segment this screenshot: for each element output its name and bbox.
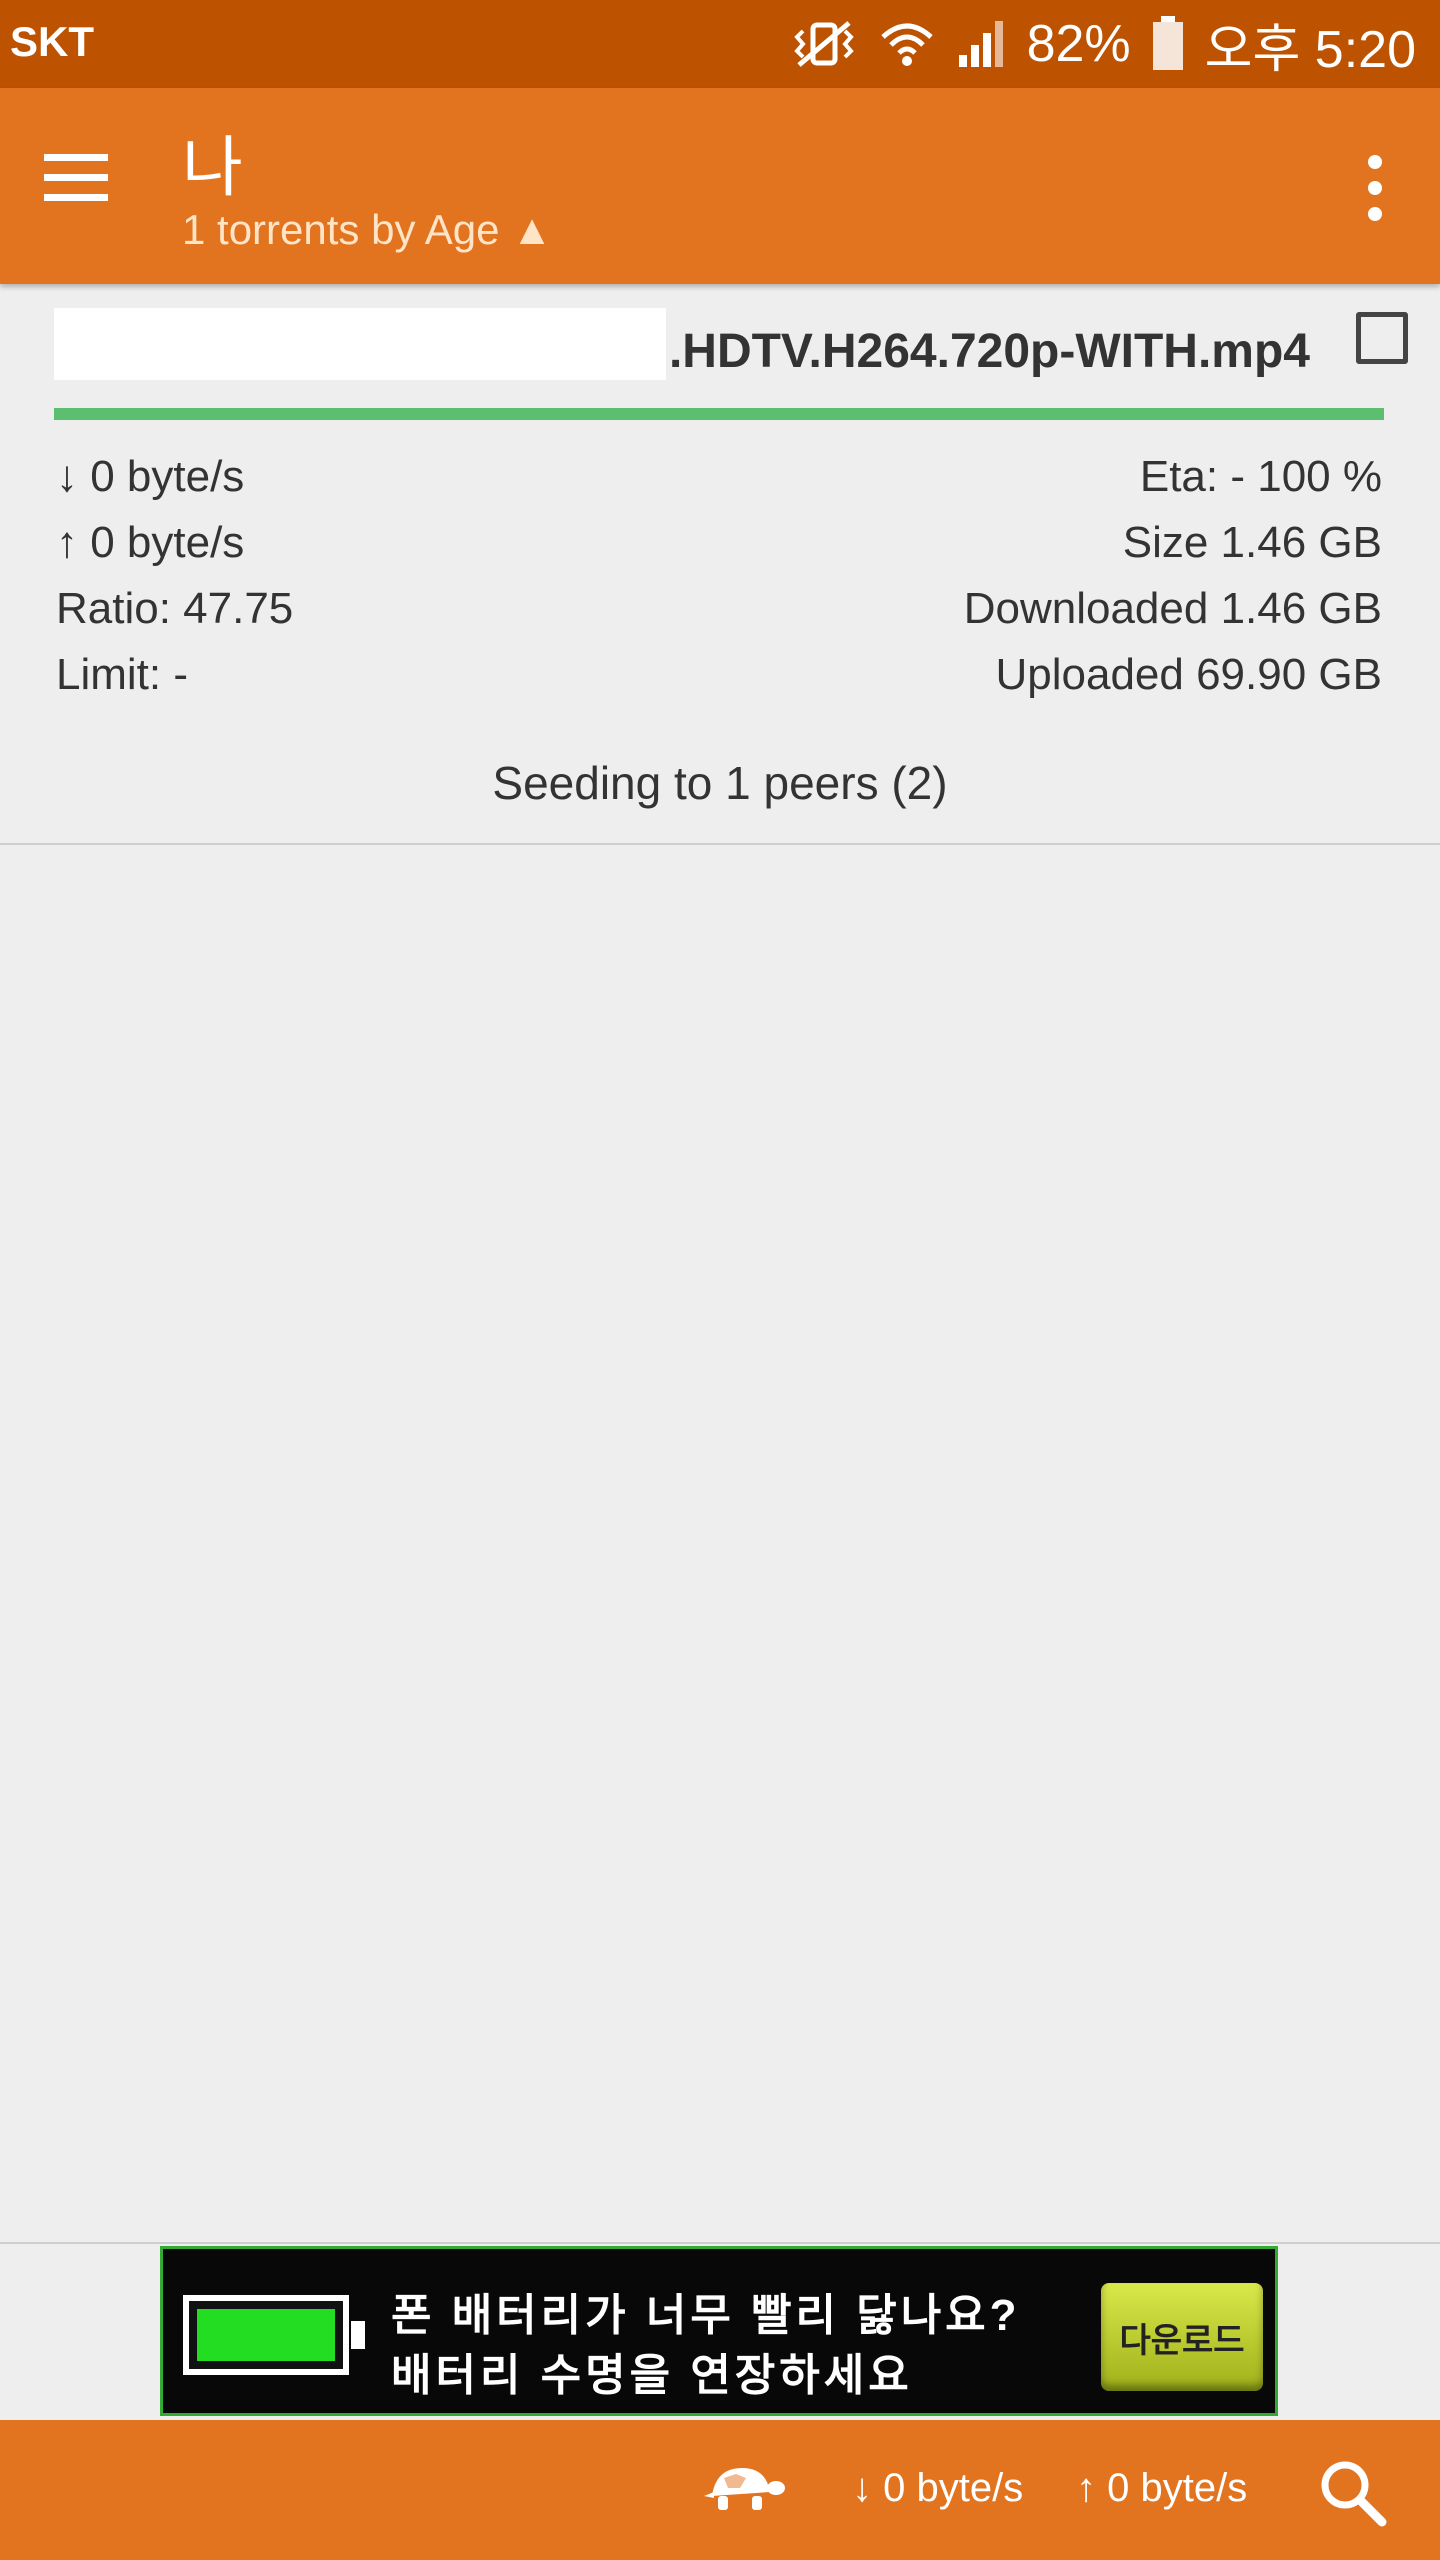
list-divider xyxy=(0,843,1440,845)
battery-icon xyxy=(1151,16,1185,72)
ad-download-button[interactable]: 다운로드 xyxy=(1101,2283,1263,2391)
total-upload-rate: ↑ 0 byte/s xyxy=(1076,2466,1248,2510)
eta-progress: Eta: - 100 % xyxy=(1139,452,1382,501)
download-rate: ↓ 0 byte/s xyxy=(56,452,245,501)
menu-icon[interactable] xyxy=(40,150,128,222)
upload-rate: ↑ 0 byte/s xyxy=(56,518,245,567)
uploaded: Uploaded 69.90 GB xyxy=(995,650,1382,699)
downloaded: Downloaded 1.46 GB xyxy=(963,584,1382,633)
redacted-name-block xyxy=(54,308,666,380)
select-checkbox[interactable] xyxy=(1356,312,1408,364)
app-title: 나 xyxy=(182,130,243,204)
overflow-menu-icon[interactable] xyxy=(1350,148,1400,228)
progress-fill xyxy=(54,408,1384,420)
limit: Limit: - xyxy=(56,650,188,699)
wifi-icon xyxy=(879,19,935,69)
app-bar: 나 1 torrents by Age ▲ xyxy=(0,88,1440,284)
ratio: Ratio: 47.75 xyxy=(56,584,294,633)
turtle-icon[interactable] xyxy=(700,2462,786,2516)
search-icon[interactable] xyxy=(1318,2458,1388,2528)
torrent-name: .HDTV.H264.720p-WITH.mp4 xyxy=(668,325,1310,378)
bottom-bar: ↓ 0 byte/s ↑ 0 byte/s xyxy=(0,2420,1440,2560)
size: Size 1.46 GB xyxy=(1122,518,1382,567)
sort-subtitle[interactable]: 1 torrents by Age ▲ xyxy=(182,206,553,254)
battery-ad-icon xyxy=(183,2295,365,2375)
ad-line-1: 폰 배터리가 너무 빨리 닳나요? xyxy=(391,2291,1021,2340)
status-icons: 82% 오후 5:20 xyxy=(789,12,1416,79)
ad-divider xyxy=(0,2242,1440,2244)
vibrate-icon xyxy=(789,19,859,69)
total-download-rate: ↓ 0 byte/s xyxy=(852,2466,1024,2510)
battery-percent: 82% xyxy=(1026,15,1131,73)
progress-bar xyxy=(54,408,1384,420)
ad-banner[interactable]: 폰 배터리가 너무 빨리 닳나요? 배터리 수명을 연장하세요 다운로드 xyxy=(160,2246,1278,2416)
ad-line-2: 배터리 수명을 연장하세요 xyxy=(391,2351,913,2400)
carrier-label: SKT xyxy=(10,18,94,65)
status-bar: SKT 82% 오후 5:20 xyxy=(0,0,1440,88)
seeding-status: Seeding to 1 peers (2) xyxy=(492,757,948,809)
clock: 오후 5:20 xyxy=(1204,20,1416,79)
signal-icon xyxy=(955,19,1007,69)
